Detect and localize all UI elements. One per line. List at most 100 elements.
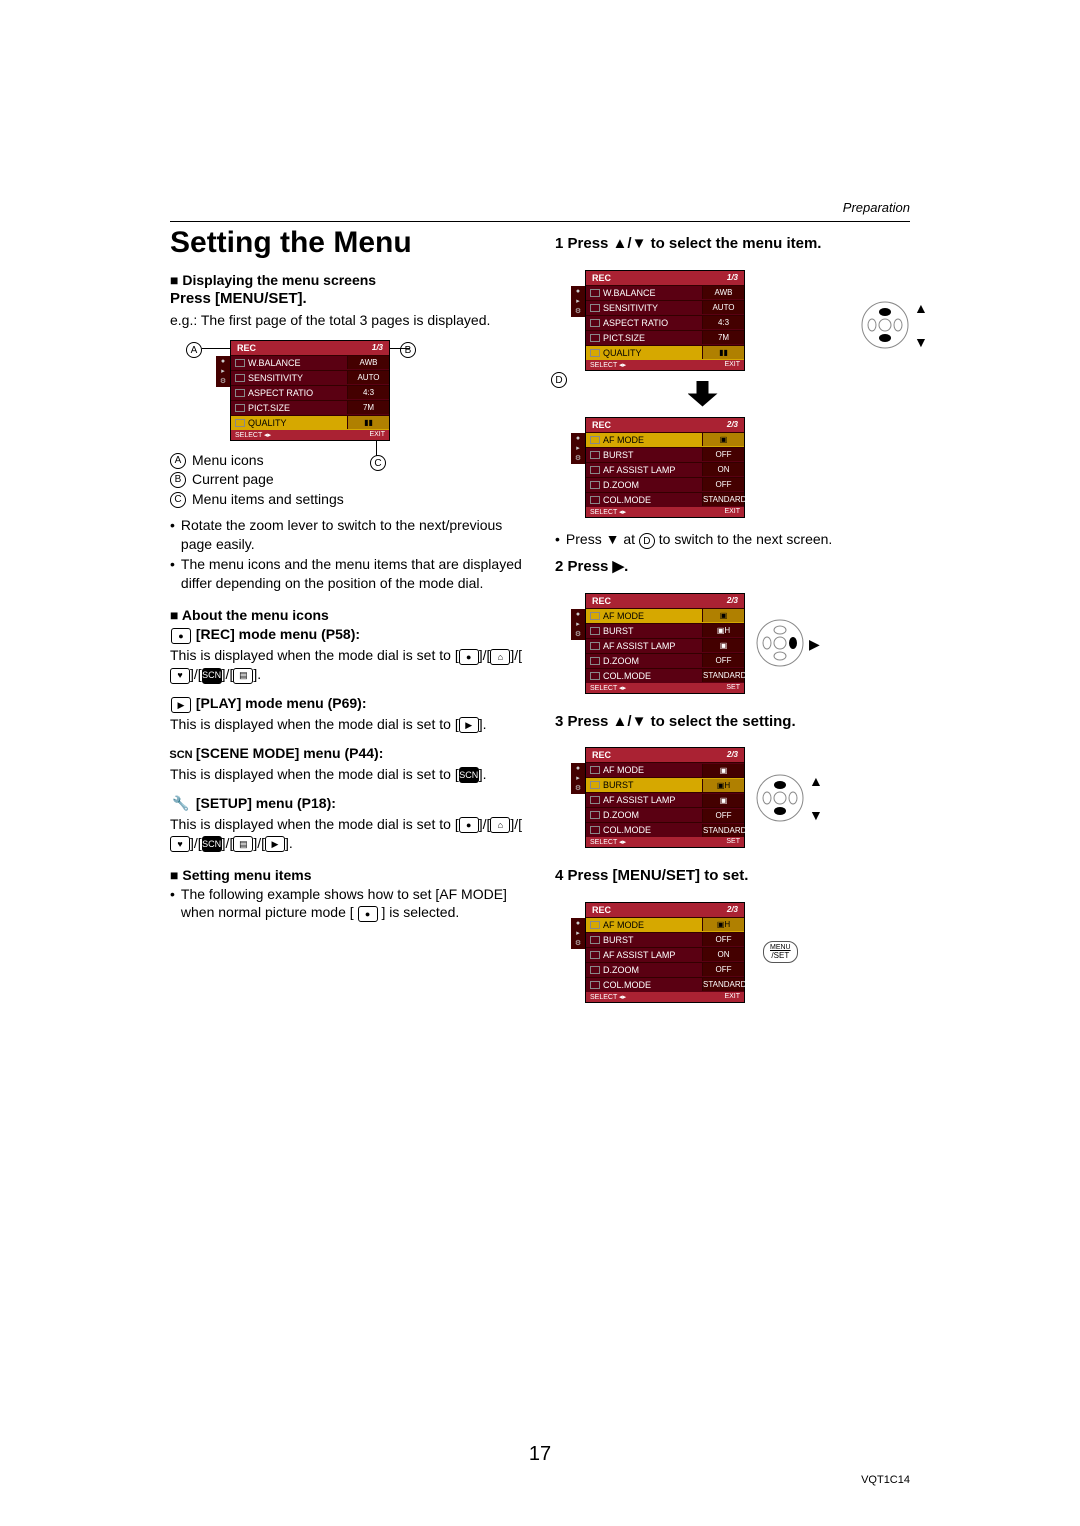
menu-foot-r: EXIT [724,361,740,369]
menu-page: 2/3 [727,905,738,915]
play-mode-icon: ▶ [459,717,479,733]
legend-b: Current page [192,470,274,490]
menu-page: 2/3 [727,750,738,760]
menu-rows: W.BALANCEAWBSENSITIVITYAUTOASPECT RATIO4… [231,355,389,430]
menu-side-icons: ●▸⚙ [571,918,585,949]
menu-set-button-icon: MENU /SET [763,941,798,963]
menu-page: 2/3 [727,596,738,606]
menu-row: AF ASSIST LAMP▣ [586,792,744,807]
tip-2: The menu icons and the menu items that a… [170,555,525,593]
menu-title: REC [592,596,611,606]
section-displaying: Displaying the menu screens [170,272,525,288]
menu-row: W.BALANCEAWB [586,285,744,300]
menu-rows: AF MODE▣BURSTOFFAF ASSIST LAMPOND.ZOOMOF… [586,432,744,507]
menu-foot-r: EXIT [724,993,740,1001]
tip-1: Rotate the zoom lever to switch to the n… [170,516,525,554]
mode-icon: ▤ [233,836,253,852]
menu-row: AF MODE▣ [586,608,744,623]
mode-icon: ♥ [170,836,190,852]
menu-row: COL.MODESTANDARD [586,977,744,992]
menu-row: QUALITY▮▮ [586,345,744,360]
menu-row: AF ASSIST LAMP▣ [586,638,744,653]
press-menu-set: Press [MENU/SET]. [170,290,525,307]
menu-row: BURSTOFF [586,932,744,947]
menu-row: SENSITIVITYAUTO [586,300,744,315]
callout-c: C [370,455,386,471]
menu-page: 1/3 [727,273,738,283]
menu-side-icons: ●▸⚙ [571,286,585,317]
mode-icon: ♥ [170,668,190,684]
menu-row: ASPECT RATIO4:3 [586,315,744,330]
step-3: 3 Press ▲/▼ to select the setting. [555,712,910,732]
menu-row: COL.MODESTANDARD [586,822,744,837]
section-header: Preparation [170,200,910,215]
menu-title: REC [237,343,256,353]
menu-row: QUALITY▮▮ [231,415,389,430]
menu-page: 1/3 [372,343,383,353]
manual-code: VQT1C14 [861,1474,910,1486]
menu-row: COL.MODESTANDARD [586,492,744,507]
step-1: 1 Press ▲/▼ to select the menu item. [555,234,910,254]
menu-rows: AF MODE▣BURST▣HAF ASSIST LAMP▣D.ZOOMOFFC… [586,762,744,837]
dpad-right: ▶ [755,618,805,668]
mode-icon: ⌂ [490,649,510,665]
dpad-up-down: ▲ ▼ [860,300,910,350]
menu-side-icons: ●▸⚙ [571,433,585,464]
menu-side-icons: ●▸⚙ [571,609,585,640]
menu-row: ASPECT RATIO4:3 [231,385,389,400]
play-icon: ▶ [171,697,191,713]
menu-row: COL.MODESTANDARD [586,668,744,683]
menu-row: BURST▣H [586,623,744,638]
rec-label: [REC] mode menu (P58): [196,626,360,642]
scn-icon: SCN [202,668,222,684]
menu-diagram-s1b: ●▸⚙ REC2/3 AF MODE▣BURSTOFFAF ASSIST LAM… [585,417,850,518]
left-column: Setting the Menu Displaying the menu scr… [170,226,525,1013]
menu-foot-l: SELECT ◂▸ [235,431,271,439]
menu-row: W.BALANCEAWB [231,355,389,370]
menu-row: PICT.SIZE7M [586,330,744,345]
menu-row: AF ASSIST LAMPON [586,947,744,962]
menu-title: REC [592,750,611,760]
right-column: 1 Press ▲/▼ to select the menu item. ●▸⚙… [555,226,910,1013]
mode-icon: ▤ [233,668,253,684]
scn-icon: SCN [459,767,479,783]
menu-rows: AF MODE▣BURST▣HAF ASSIST LAMP▣D.ZOOMOFFC… [586,608,744,683]
rec-mode-row: ● [REC] mode menu (P58): [170,625,525,644]
rule [170,221,910,222]
menu-row: AF MODE▣ [586,762,744,777]
scene-label: [SCENE MODE] menu (P44): [196,745,383,761]
step1-note: Press ▼ at D to switch to the next scree… [555,530,910,550]
menu-foot-l: SELECT ◂▸ [590,838,626,846]
menu-row: BURST▣H [586,777,744,792]
menu-foot-l: SELECT ◂▸ [590,361,626,369]
menu-foot-l: SELECT ◂▸ [590,993,626,1001]
mode-icon: ● [459,649,479,665]
setting-example: The following example shows how to set [… [170,885,525,923]
menu-title: REC [592,905,611,915]
menu-row: D.ZOOMOFF [586,962,744,977]
menu-row: D.ZOOMOFF [586,477,744,492]
scn-prefix: SCN [170,748,192,763]
menu-foot-l: SELECT ◂▸ [590,684,626,692]
menu-foot-r: EXIT [369,431,385,439]
example-text: e.g.: The first page of the total 3 page… [170,311,525,330]
menu-title: REC [592,420,611,430]
dpad-up-down: ▲ ▼ [755,773,805,823]
menu-diagram-1: A B ●▸⚙ REC1/3 W.BALANCEAWBSENSITIVITYAU… [230,340,525,441]
setup-mode-row: 🔧 [SETUP] menu (P18): [170,794,525,813]
menu-foot-l: SELECT ◂▸ [590,508,626,516]
menu-diagram-s4: ●▸⚙ REC2/3 AF MODE▣HBURSTOFFAF ASSIST LA… [585,902,745,1003]
menu-foot-r: SET [726,684,740,692]
callout-d-ref: D [639,533,655,549]
setup-body: This is displayed when the mode dial is … [170,815,525,853]
menu-row: AF MODE▣ [586,432,744,447]
camera-icon: ● [171,628,191,644]
callout-d: D [551,372,567,388]
legend-list: AMenu icons BCurrent page CMenu items an… [170,451,525,510]
setup-label: [SETUP] menu (P18): [196,795,336,811]
menu-row: BURSTOFF [586,447,744,462]
step-2: 2 Press ▶. [555,557,910,577]
scene-body: This is displayed when the mode dial is … [170,765,525,784]
section-about-icons: About the menu icons [170,607,525,623]
menu-side-icons: ●▸⚙ [571,763,585,794]
